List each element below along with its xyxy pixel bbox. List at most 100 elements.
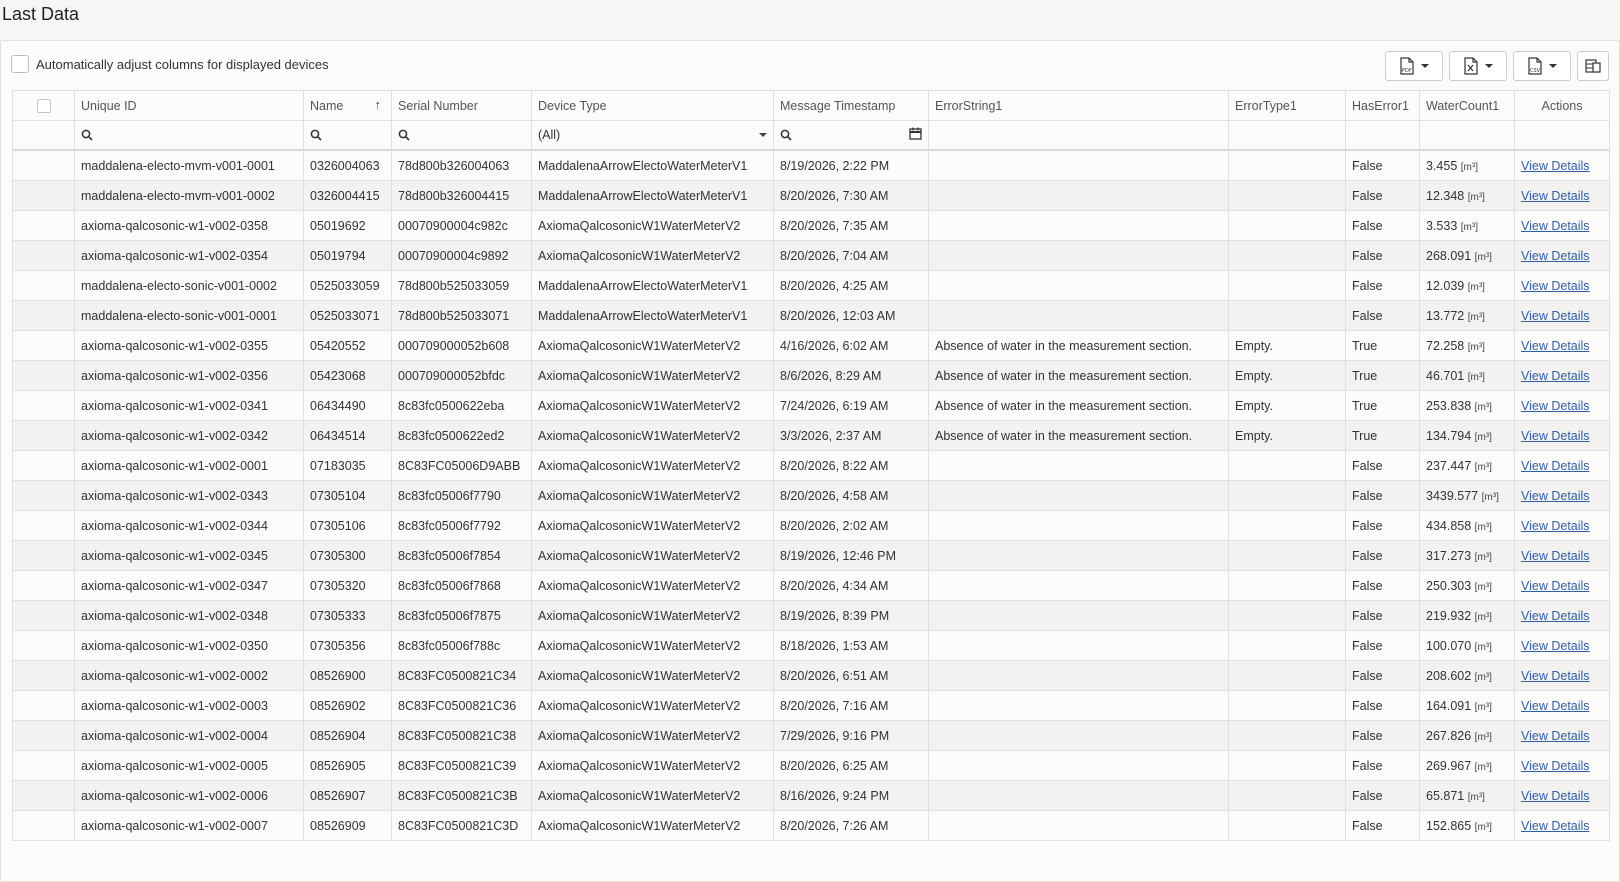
row-select-cell[interactable] (12, 149, 75, 181)
cell-water-count: 3.533 [m³] (1419, 210, 1515, 241)
table-row[interactable]: maddalena-electo-sonic-v001-0002 05250330… (12, 270, 1610, 301)
table-row[interactable]: maddalena-electo-sonic-v001-0001 05250330… (12, 300, 1610, 331)
row-select-cell[interactable] (12, 300, 75, 331)
filter-device-type-select[interactable]: (All) (531, 120, 774, 151)
table-row[interactable]: axioma-qalcosonic-w1-v002-0358 05019692 00… (12, 210, 1610, 241)
table-row[interactable]: maddalena-electo-mvm-v001-0001 0326004063… (12, 149, 1610, 181)
row-select-cell[interactable] (12, 180, 75, 211)
select-all-cell[interactable] (12, 90, 75, 121)
view-details-link[interactable]: View Details (1521, 699, 1590, 713)
cell-actions: View Details (1514, 300, 1610, 331)
export-csv-button[interactable]: CSV (1513, 51, 1571, 81)
table-row[interactable]: axioma-qalcosonic-w1-v002-0343 07305104 8c… (12, 480, 1610, 511)
table-row[interactable]: axioma-qalcosonic-w1-v002-0355 05420552 00… (12, 330, 1610, 361)
auto-adjust-columns-checkbox[interactable]: Automatically adjust columns for display… (11, 55, 329, 73)
cell-serial-number: 8c83fc05006f7790 (391, 480, 532, 511)
view-details-link[interactable]: View Details (1521, 279, 1590, 293)
view-details-link[interactable]: View Details (1521, 819, 1590, 833)
view-details-link[interactable]: View Details (1521, 549, 1590, 563)
row-select-cell[interactable] (12, 750, 75, 781)
table-row[interactable]: axioma-qalcosonic-w1-v002-0003 08526902 8C… (12, 690, 1610, 721)
table-row[interactable]: axioma-qalcosonic-w1-v002-0341 06434490 8c… (12, 390, 1610, 421)
row-select-cell[interactable] (12, 720, 75, 751)
column-header-haserror1[interactable]: HasError1 (1345, 90, 1420, 121)
table-row[interactable]: axioma-qalcosonic-w1-v002-0344 07305106 8c… (12, 510, 1610, 541)
row-select-cell[interactable] (12, 240, 75, 271)
column-header-serial-number[interactable]: Serial Number (391, 90, 532, 121)
view-details-link[interactable]: View Details (1521, 309, 1590, 323)
column-header-name[interactable]: Name ↑ (303, 90, 392, 121)
row-select-cell[interactable] (12, 780, 75, 811)
table-row[interactable]: axioma-qalcosonic-w1-v002-0356 05423068 00… (12, 360, 1610, 391)
export-excel-button[interactable] (1449, 51, 1507, 81)
table-row[interactable]: axioma-qalcosonic-w1-v002-0004 08526904 8C… (12, 720, 1610, 751)
table-row[interactable]: axioma-qalcosonic-w1-v002-0006 08526907 8C… (12, 780, 1610, 811)
view-details-link[interactable]: View Details (1521, 669, 1590, 683)
row-select-cell[interactable] (12, 330, 75, 361)
filter-message-timestamp[interactable] (773, 120, 929, 151)
view-details-link[interactable]: View Details (1521, 519, 1590, 533)
table-row[interactable]: axioma-qalcosonic-w1-v002-0342 06434514 8c… (12, 420, 1610, 451)
row-select-cell[interactable] (12, 270, 75, 301)
row-select-cell[interactable] (12, 660, 75, 691)
view-details-link[interactable]: View Details (1521, 369, 1590, 383)
table-row[interactable]: axioma-qalcosonic-w1-v002-0001 07183035 8C… (12, 450, 1610, 481)
select-all-checkbox[interactable] (36, 98, 51, 113)
row-select-cell[interactable] (12, 480, 75, 511)
column-header-device-type[interactable]: Device Type (531, 90, 774, 121)
row-select-cell[interactable] (12, 510, 75, 541)
column-header-unique-id[interactable]: Unique ID (74, 90, 304, 121)
table-row[interactable]: axioma-qalcosonic-w1-v002-0348 07305333 8c… (12, 600, 1610, 631)
column-header-message-timestamp[interactable]: Message Timestamp (773, 90, 929, 121)
filter-name[interactable] (303, 120, 392, 151)
table-row[interactable]: axioma-qalcosonic-w1-v002-0350 07305356 8c… (12, 630, 1610, 661)
view-details-link[interactable]: View Details (1521, 399, 1590, 413)
table-row[interactable]: maddalena-electo-mvm-v001-0002 0326004415… (12, 180, 1610, 211)
row-select-cell[interactable] (12, 600, 75, 631)
table-row[interactable]: axioma-qalcosonic-w1-v002-0005 08526905 8C… (12, 750, 1610, 781)
cell-error-string (928, 270, 1229, 301)
view-details-link[interactable]: View Details (1521, 219, 1590, 233)
cell-has-error: False (1345, 750, 1420, 781)
view-details-link[interactable]: View Details (1521, 429, 1590, 443)
view-details-link[interactable]: View Details (1521, 489, 1590, 503)
view-details-link[interactable]: View Details (1521, 459, 1590, 473)
view-details-link[interactable]: View Details (1521, 609, 1590, 623)
checkbox-box[interactable] (11, 55, 29, 73)
view-details-link[interactable]: View Details (1521, 639, 1590, 653)
cell-error-string (928, 810, 1229, 841)
table-row[interactable]: axioma-qalcosonic-w1-v002-0347 07305320 8c… (12, 570, 1610, 601)
row-select-cell[interactable] (12, 630, 75, 661)
table-row[interactable]: axioma-qalcosonic-w1-v002-0002 08526900 8C… (12, 660, 1610, 691)
view-details-link[interactable]: View Details (1521, 189, 1590, 203)
table-row[interactable]: axioma-qalcosonic-w1-v002-0007 08526909 8C… (12, 810, 1610, 841)
view-details-link[interactable]: View Details (1521, 789, 1590, 803)
calendar-icon[interactable] (909, 127, 922, 140)
row-select-cell[interactable] (12, 690, 75, 721)
view-details-link[interactable]: View Details (1521, 579, 1590, 593)
cell-actions: View Details (1514, 750, 1610, 781)
row-select-cell[interactable] (12, 450, 75, 481)
column-header-errortype1[interactable]: ErrorType1 (1228, 90, 1346, 121)
row-select-cell[interactable] (12, 360, 75, 391)
row-select-cell[interactable] (12, 810, 75, 841)
cell-error-type (1228, 780, 1346, 811)
row-select-cell[interactable] (12, 390, 75, 421)
row-select-cell[interactable] (12, 570, 75, 601)
view-details-link[interactable]: View Details (1521, 249, 1590, 263)
column-header-watercount1[interactable]: WaterCount1 (1419, 90, 1515, 121)
table-row[interactable]: axioma-qalcosonic-w1-v002-0345 07305300 8c… (12, 540, 1610, 571)
view-details-link[interactable]: View Details (1521, 729, 1590, 743)
row-select-cell[interactable] (12, 540, 75, 571)
column-chooser-button[interactable] (1577, 51, 1609, 81)
filter-serial-number[interactable] (391, 120, 532, 151)
row-select-cell[interactable] (12, 210, 75, 241)
view-details-link[interactable]: View Details (1521, 159, 1590, 173)
view-details-link[interactable]: View Details (1521, 339, 1590, 353)
filter-unique-id[interactable] (74, 120, 304, 151)
column-header-errorstring1[interactable]: ErrorString1 (928, 90, 1229, 121)
row-select-cell[interactable] (12, 420, 75, 451)
export-pdf-button[interactable]: PDF (1385, 51, 1443, 81)
view-details-link[interactable]: View Details (1521, 759, 1590, 773)
table-row[interactable]: axioma-qalcosonic-w1-v002-0354 05019794 00… (12, 240, 1610, 271)
